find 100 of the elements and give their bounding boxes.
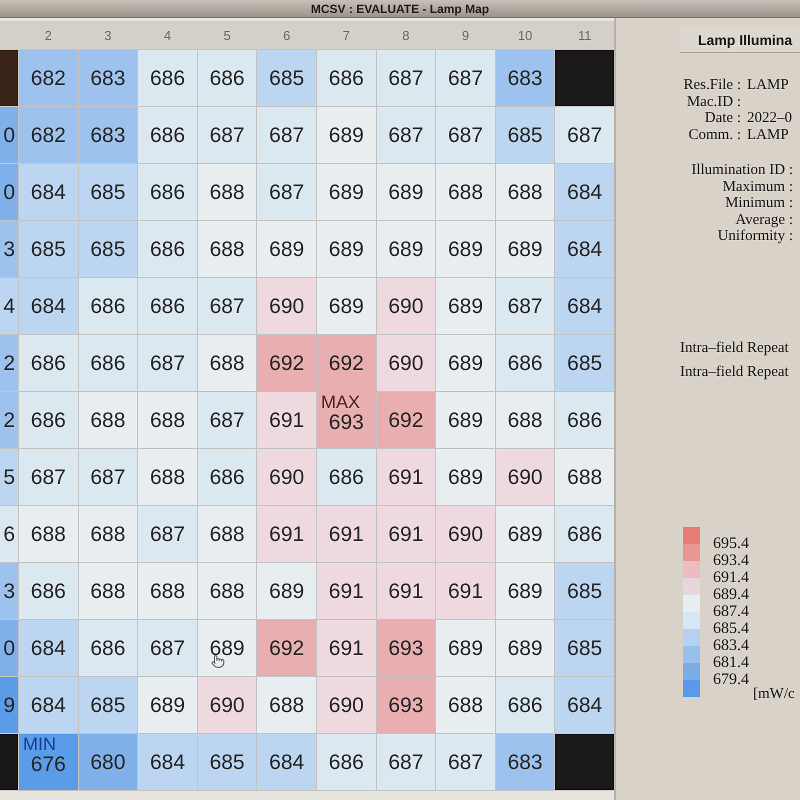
map-cell: 689: [436, 278, 495, 334]
map-cell: 691: [257, 392, 316, 448]
map-cell: 687: [19, 449, 78, 505]
map-cell: 689: [316, 107, 376, 163]
map-cell: 691: [436, 563, 495, 619]
map-cell: 691: [376, 506, 436, 562]
map-cell: 684: [19, 677, 78, 733]
map-cell: 689: [257, 563, 316, 619]
column-number: 2: [44, 28, 53, 42]
map-cell: 688: [436, 164, 495, 220]
legend-value: 689.4: [713, 586, 749, 602]
map-cell: 685: [78, 221, 138, 277]
map-cell: 687: [198, 392, 256, 448]
legend-value: 679.4: [713, 670, 749, 688]
map-cell: 691: [316, 506, 376, 562]
map-cell: 691: [376, 449, 436, 505]
legend-value: 693.4: [713, 552, 749, 568]
legend-value: 681.4: [713, 654, 749, 670]
column-number: 4: [162, 28, 172, 42]
info-label: Date :: [704, 110, 741, 126]
map-cell: 687: [436, 50, 495, 106]
window-title: MCSV : EVALUATE - Lamp Map: [310, 2, 490, 14]
legend-value: 685.4: [713, 620, 749, 636]
result-label: Illumination ID :: [691, 162, 793, 178]
map-cell: 688: [198, 221, 256, 277]
map-cell: 688: [496, 164, 554, 220]
cell-value: 676: [30, 752, 66, 775]
legend-value: 687.4: [713, 602, 749, 620]
column-number: 9: [460, 28, 470, 42]
map-cell: 690: [257, 278, 316, 334]
legend-value: 683.4: [713, 636, 749, 654]
map-cell: 688: [496, 392, 554, 448]
marker-label: MAX: [320, 393, 360, 411]
map-cell: 687: [436, 734, 495, 790]
map-cell: 687: [138, 335, 197, 391]
legend-value: 691.4: [713, 568, 749, 586]
map-cell: 687: [376, 734, 436, 790]
info-label: Res.File :: [682, 77, 741, 94]
map-cell: 689: [316, 278, 376, 334]
map-cell: 687: [496, 278, 554, 334]
info-value: LAMP: [747, 77, 789, 94]
map-cell: 684: [19, 164, 78, 220]
map-cell: 687: [198, 278, 256, 334]
map-cell: 686: [198, 50, 256, 106]
map-cell: 689: [436, 221, 495, 277]
info-label: Comm. :: [687, 126, 741, 143]
map-cell: 689: [257, 221, 316, 277]
map-cell: 686: [138, 164, 197, 220]
map-cell: 6: [0, 506, 18, 562]
map-cell: 687: [138, 506, 197, 562]
map-cell: 686: [138, 107, 197, 163]
map-cell: 685: [78, 677, 138, 733]
result-label: Average :: [735, 212, 793, 228]
column-number: 3: [103, 28, 112, 42]
map-cell: 685: [78, 164, 138, 220]
map-cell: 686: [316, 449, 376, 505]
map-cell: 685: [555, 563, 614, 619]
map-cell: 690: [257, 449, 316, 505]
info-label: Mac.ID :: [686, 94, 741, 110]
map-cell: 689: [436, 335, 495, 391]
map-cell: 686: [316, 734, 376, 790]
map-cell: 683: [496, 734, 554, 790]
map-cell: 687: [257, 164, 316, 220]
column-number: 6: [282, 28, 292, 42]
map-cell: 687: [376, 50, 436, 106]
map-cell: 9: [0, 677, 18, 733]
map-cell: 683: [78, 107, 138, 163]
marker-label: MIN: [23, 735, 56, 753]
map-cell: 685: [19, 221, 78, 277]
map-cell: 691: [316, 563, 376, 619]
map-cell: 682: [19, 107, 78, 163]
map-cell: 693: [376, 620, 436, 676]
map-cell: 686: [555, 392, 614, 448]
legend-unit: [mW/c: [753, 686, 795, 702]
map-cell: 683: [78, 50, 138, 106]
map-cell: 689: [436, 392, 495, 448]
map-cell: 688: [78, 392, 138, 448]
map-cell: 685: [257, 50, 316, 106]
map-cell: 686: [19, 335, 78, 391]
map-cell: 5: [0, 449, 18, 505]
column-number: 5: [222, 28, 232, 42]
map-cell: 682: [19, 50, 78, 106]
map-cell: 0: [0, 107, 18, 163]
map-cell: 686: [316, 50, 376, 106]
map-cell: 686: [19, 563, 78, 619]
map-cell: 689: [316, 221, 376, 277]
map-cell: 2: [0, 335, 18, 391]
map-cell: 687: [555, 107, 614, 163]
repeat-label: Intra–field Repeat: [680, 340, 790, 356]
map-cell: 684: [555, 278, 614, 334]
map-cell: 688: [138, 563, 197, 619]
map-cell: 692: [316, 335, 376, 391]
map-cell: 687: [78, 449, 138, 505]
map-cell: 686: [19, 392, 78, 448]
map-cell: 689: [376, 164, 436, 220]
map-cell: 692: [257, 335, 316, 391]
map-cell: 687: [198, 107, 256, 163]
map-cell: 690: [436, 506, 495, 562]
map-cell: 686: [496, 335, 554, 391]
map-cell: 690: [496, 449, 554, 505]
